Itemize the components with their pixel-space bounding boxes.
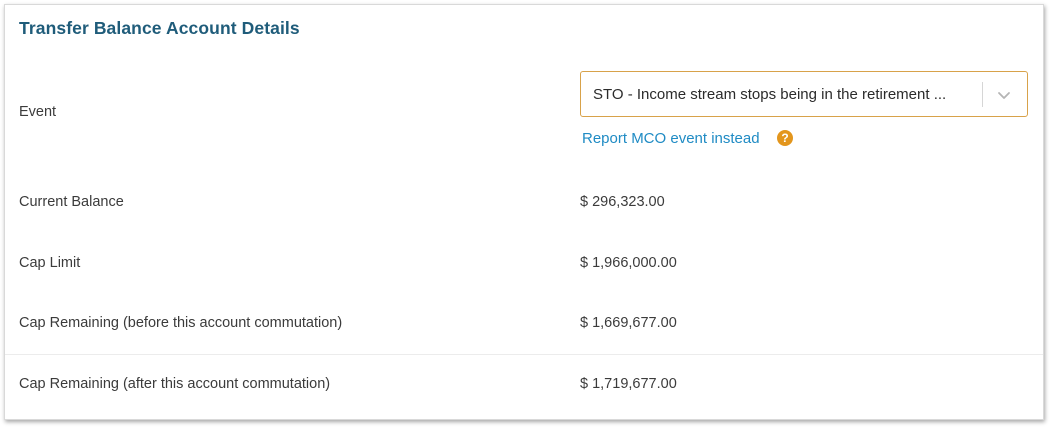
cap-remaining-before-value: $ 1,669,677.00	[580, 315, 677, 331]
cap-limit-label: Cap Limit	[19, 255, 81, 271]
section-title: Transfer Balance Account Details	[19, 18, 300, 38]
cap-remaining-before-label: Cap Remaining (before this account commu…	[19, 315, 343, 331]
event-label: Event	[19, 104, 57, 120]
question-circle-icon[interactable]: ?	[777, 130, 793, 146]
report-mco-link[interactable]: Report MCO event instead	[582, 130, 760, 147]
current-balance-value: $ 296,323.00	[580, 194, 665, 210]
select-separator	[982, 82, 983, 107]
cap-limit-value: $ 1,966,000.00	[580, 255, 677, 271]
row-divider	[5, 354, 1043, 355]
transfer-balance-panel: Transfer Balance Account Details Event S…	[4, 4, 1044, 420]
chevron-down-icon[interactable]	[995, 86, 1013, 104]
current-balance-label: Current Balance	[19, 194, 124, 210]
event-select-value: STO - Income stream stops being in the r…	[593, 86, 947, 103]
event-select[interactable]: STO - Income stream stops being in the r…	[580, 71, 1028, 117]
cap-remaining-after-label: Cap Remaining (after this account commut…	[19, 376, 331, 392]
cap-remaining-after-value: $ 1,719,677.00	[580, 376, 677, 392]
